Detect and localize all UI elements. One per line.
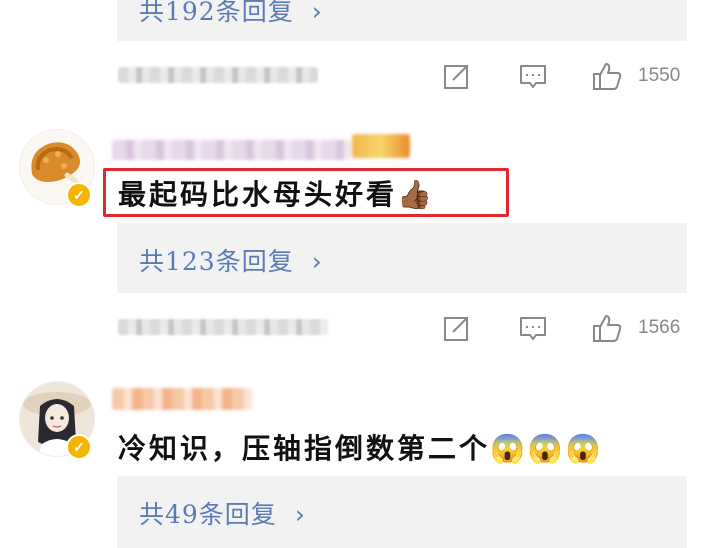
chevron-right-icon: › [294, 500, 306, 529]
username-blurred[interactable] [112, 140, 352, 160]
username-blurred[interactable] [112, 388, 252, 410]
like-count-1: 1566 [638, 317, 681, 338]
view-replies-label[interactable]: 共123条回复 [139, 247, 294, 276]
timestamp-floor-blurred [118, 319, 328, 335]
chevron-right-icon: › [311, 247, 323, 276]
thumbs-up-icon[interactable] [591, 60, 623, 92]
reply-box-0[interactable]: 共192条回复 › [117, 0, 687, 41]
view-replies-link-1[interactable]: 共123条回复 › [139, 242, 323, 278]
comment-text-1: 最起码比水母头好看👍🏾 [118, 173, 435, 213]
comment-icon[interactable] [517, 60, 549, 92]
view-replies-label[interactable]: 共49条回复 [139, 500, 277, 529]
comment-body: 冷知识，压轴指倒数第二个 [118, 432, 491, 465]
reply-box-2[interactable]: 共49条回复 › [117, 476, 687, 548]
verified-badge-icon: ✓ [66, 182, 92, 208]
timestamp-floor-blurred [118, 67, 318, 83]
screaming-emoji: 😱😱😱 [490, 432, 604, 465]
user-badge-blurred [352, 134, 410, 158]
like-count-0: 1550 [638, 65, 681, 86]
comment-icon[interactable] [517, 312, 549, 344]
share-icon[interactable] [441, 60, 473, 92]
comment-text-2: 冷知识，压轴指倒数第二个😱😱😱 [118, 427, 604, 467]
view-replies-link-0[interactable]: 共192条回复 › [139, 0, 323, 28]
verified-badge-icon: ✓ [66, 434, 92, 460]
reply-box-1[interactable]: 共123条回复 › [117, 223, 687, 293]
thumbs-up-icon[interactable] [591, 312, 623, 344]
view-replies-link-2[interactable]: 共49条回复 › [139, 495, 306, 531]
chevron-right-icon: › [311, 0, 323, 26]
thumbs-up-emoji: 👍🏾 [397, 178, 435, 211]
share-icon[interactable] [441, 312, 473, 344]
view-replies-label[interactable]: 共192条回复 [139, 0, 294, 26]
comment-body: 最起码比水母头好看 [118, 178, 398, 211]
